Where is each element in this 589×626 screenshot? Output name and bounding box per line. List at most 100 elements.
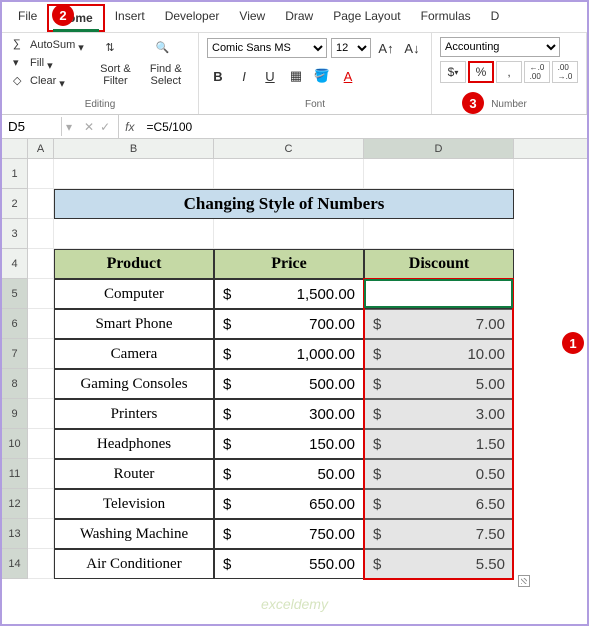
comma-button[interactable]: ,	[496, 61, 522, 83]
header-discount[interactable]: Discount	[364, 249, 514, 279]
callout-badge-2: 2	[52, 4, 74, 26]
cell-discount[interactable]: $10.00	[364, 339, 514, 369]
font-color-button[interactable]: A	[337, 65, 359, 87]
worksheet[interactable]: A B C D 1 2 Changing Style of Numbers 3 …	[2, 139, 587, 579]
autosum-button[interactable]: ∑AutoSum▾	[10, 37, 89, 53]
tab-extra[interactable]: D	[481, 4, 510, 32]
increase-decimal-button[interactable]: ←.0.00	[524, 61, 550, 83]
row-header[interactable]: 4	[2, 249, 28, 279]
cancel-icon[interactable]: ✕	[84, 120, 94, 134]
cell-price[interactable]: $150.00	[214, 429, 364, 459]
select-all-corner[interactable]	[2, 139, 28, 158]
cell-product[interactable]: Camera	[54, 339, 214, 369]
title-cell[interactable]: Changing Style of Numbers	[54, 189, 514, 219]
fill-color-button[interactable]: 🪣	[311, 65, 333, 87]
row-header[interactable]: 2	[2, 189, 28, 219]
group-label-number: Number	[440, 97, 578, 112]
cell-discount[interactable]: $1.50	[364, 429, 514, 459]
cell-discount[interactable]: $7.50	[364, 519, 514, 549]
row-header[interactable]: 8	[2, 369, 28, 399]
tab-formulas[interactable]: Formulas	[411, 4, 481, 32]
sort-filter-button[interactable]: ⇅Sort & Filter	[93, 37, 137, 91]
tab-pagelayout[interactable]: Page Layout	[323, 4, 410, 32]
currency-button[interactable]: $▾	[440, 61, 466, 83]
find-select-button[interactable]: 🔍Find & Select	[142, 37, 190, 91]
font-name-select[interactable]: Comic Sans MS	[207, 38, 327, 58]
tab-view[interactable]: View	[229, 4, 275, 32]
cell-price[interactable]: $650.00	[214, 489, 364, 519]
cell-price[interactable]: $300.00	[214, 399, 364, 429]
fill-button[interactable]: ▾Fill▾	[10, 55, 89, 71]
cell-product[interactable]: Washing Machine	[54, 519, 214, 549]
cell-discount[interactable]: $0.50	[364, 459, 514, 489]
row-header[interactable]: 6	[2, 309, 28, 339]
cell-price[interactable]: $750.00	[214, 519, 364, 549]
col-header-D[interactable]: D	[364, 139, 514, 158]
chevron-down-icon: ▾	[78, 41, 86, 49]
cell-product[interactable]: Air Conditioner	[54, 549, 214, 579]
cell-product[interactable]: Computer	[54, 279, 214, 309]
cell-price[interactable]: $500.00	[214, 369, 364, 399]
cell-price[interactable]: $1,000.00	[214, 339, 364, 369]
decrease-font-icon: A↓	[404, 41, 419, 56]
cell-product[interactable]: Printers	[54, 399, 214, 429]
row-header[interactable]: 5	[2, 279, 28, 309]
col-header-C[interactable]: C	[214, 139, 364, 158]
name-box[interactable]	[2, 117, 62, 136]
chevron-down-icon: ▾	[47, 59, 55, 67]
cell-product[interactable]: Gaming Consoles	[54, 369, 214, 399]
clear-button[interactable]: ◇Clear▾	[10, 73, 89, 89]
cell-discount[interactable]: $5.50	[364, 549, 514, 579]
percent-button[interactable]: %	[468, 61, 494, 83]
cell-product[interactable]: Router	[54, 459, 214, 489]
row-header[interactable]: 13	[2, 519, 28, 549]
group-editing: ∑AutoSum▾ ▾Fill▾ ◇Clear▾ ⇅Sort & Filter …	[2, 33, 199, 114]
formula-input[interactable]	[141, 118, 588, 136]
italic-button[interactable]: I	[233, 65, 255, 87]
increase-font-icon: A↑	[378, 41, 393, 56]
eraser-icon: ◇	[13, 74, 27, 88]
row-header[interactable]: 10	[2, 429, 28, 459]
row-header[interactable]: 9	[2, 399, 28, 429]
cell-discount[interactable]: $5.00	[364, 369, 514, 399]
underline-button[interactable]: U	[259, 65, 281, 87]
row-header[interactable]: 3	[2, 219, 28, 249]
row-header[interactable]: 7	[2, 339, 28, 369]
cell-discount[interactable]: $3.00	[364, 399, 514, 429]
decrease-font-button[interactable]: A↓	[401, 37, 423, 59]
cell-price[interactable]: $550.00	[214, 549, 364, 579]
tab-draw[interactable]: Draw	[275, 4, 323, 32]
cell-discount[interactable]: $7.00	[364, 309, 514, 339]
tab-insert[interactable]: Insert	[105, 4, 155, 32]
increase-font-button[interactable]: A↑	[375, 37, 397, 59]
row-header[interactable]: 12	[2, 489, 28, 519]
header-product[interactable]: Product	[54, 249, 214, 279]
row-header[interactable]: 14	[2, 549, 28, 579]
cell-price[interactable]: $1,500.00	[214, 279, 364, 309]
border-button[interactable]: ▦	[285, 65, 307, 87]
header-price[interactable]: Price	[214, 249, 364, 279]
cell-discount[interactable]: $15.00	[364, 279, 514, 309]
decrease-decimal-button[interactable]: .00→.0	[552, 61, 578, 83]
cell-price[interactable]: $700.00	[214, 309, 364, 339]
ribbon: ∑AutoSum▾ ▾Fill▾ ◇Clear▾ ⇅Sort & Filter …	[2, 33, 587, 115]
enter-icon[interactable]: ✓	[100, 120, 110, 134]
cell-product[interactable]: Television	[54, 489, 214, 519]
row-header[interactable]: 1	[2, 159, 28, 189]
col-header-B[interactable]: B	[54, 139, 214, 158]
cell-discount[interactable]: $6.50	[364, 489, 514, 519]
ribbon-tabs: File Home Insert Developer View Draw Pag…	[2, 2, 587, 33]
number-format-select[interactable]: Accounting	[440, 37, 560, 57]
font-size-select[interactable]: 12	[331, 38, 371, 58]
cell-product[interactable]: Smart Phone	[54, 309, 214, 339]
tab-developer[interactable]: Developer	[155, 4, 230, 32]
bold-button[interactable]: B	[207, 65, 229, 87]
tab-file[interactable]: File	[8, 4, 47, 32]
autofill-handle[interactable]	[518, 575, 530, 587]
fx-icon[interactable]: fx	[119, 120, 140, 134]
bucket-icon: 🪣	[314, 68, 330, 84]
cell-product[interactable]: Headphones	[54, 429, 214, 459]
col-header-A[interactable]: A	[28, 139, 54, 158]
cell-price[interactable]: $50.00	[214, 459, 364, 489]
row-header[interactable]: 11	[2, 459, 28, 489]
